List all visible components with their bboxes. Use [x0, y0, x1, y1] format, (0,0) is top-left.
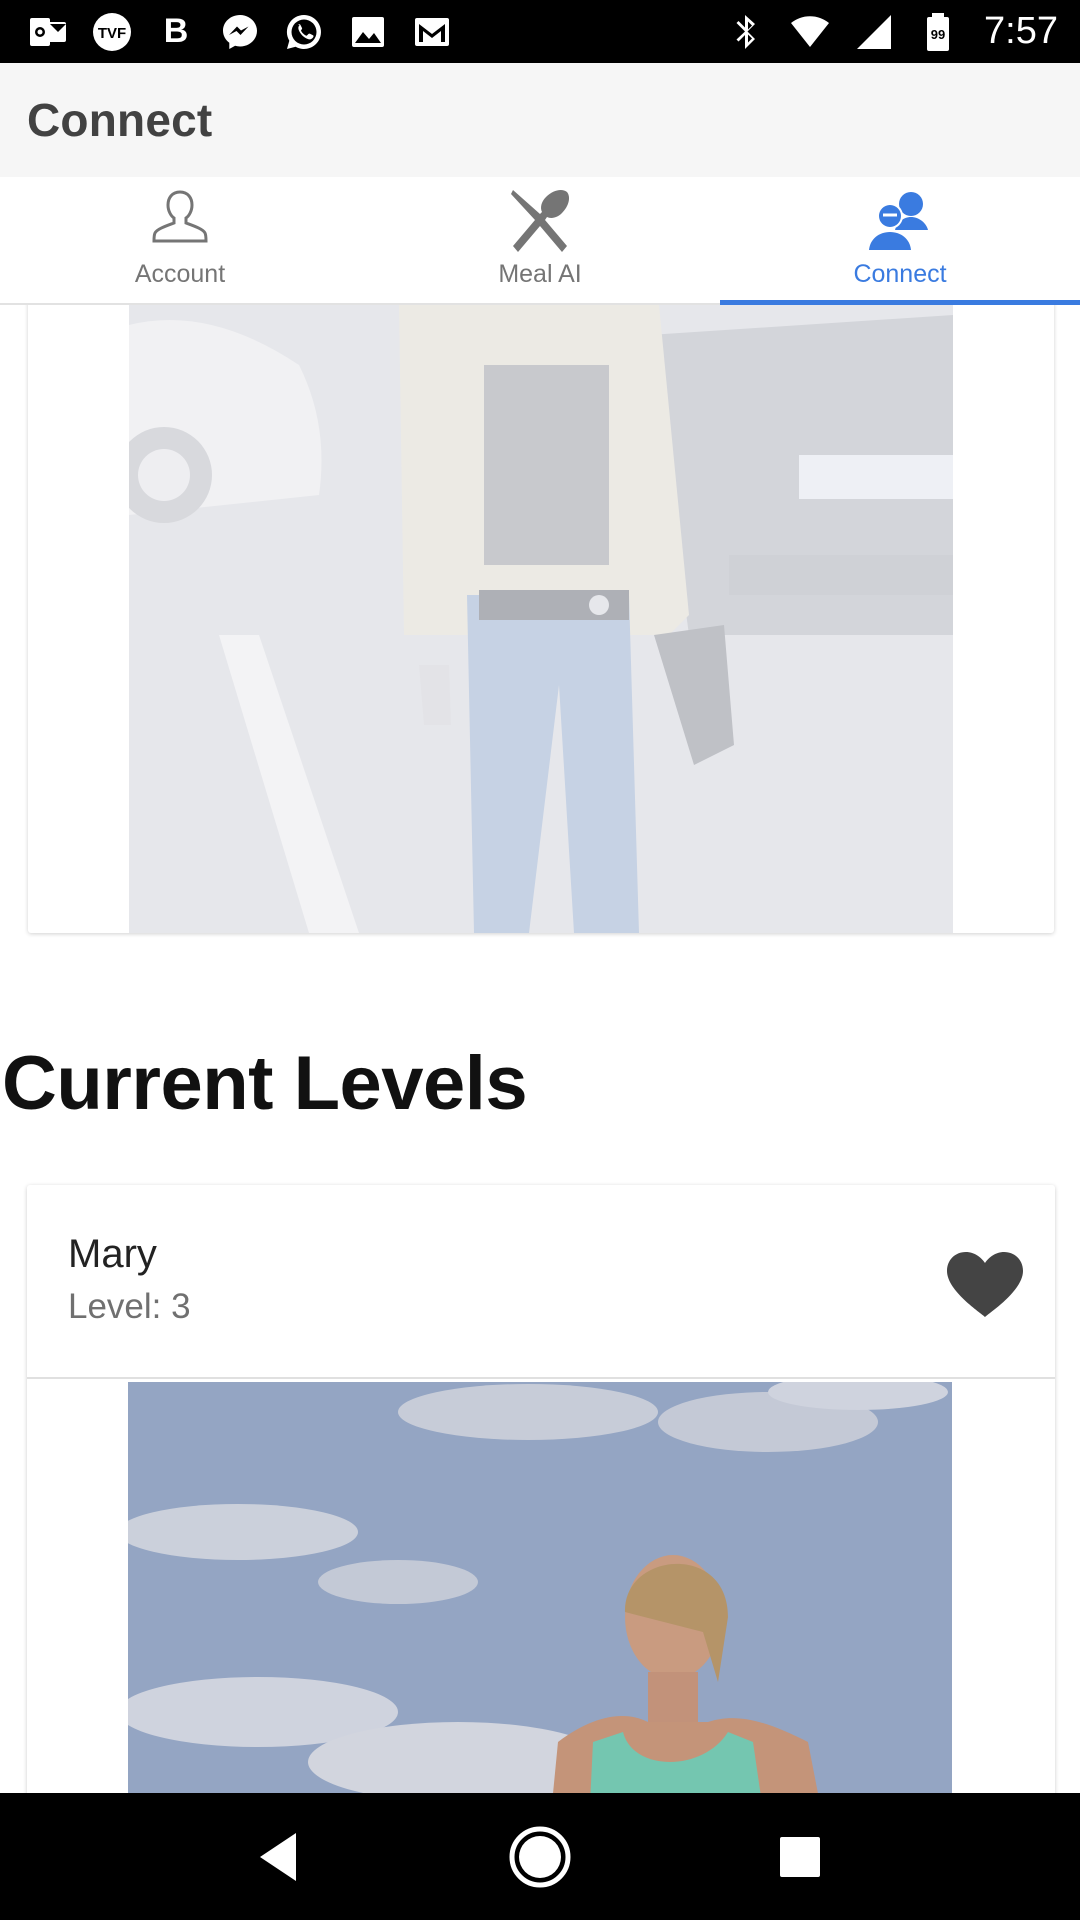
gallery-icon — [346, 10, 390, 54]
home-button[interactable] — [495, 1812, 585, 1902]
recents-button[interactable] — [755, 1812, 845, 1902]
navigation-bar — [0, 1793, 1080, 1920]
like-button[interactable] — [945, 1251, 1025, 1317]
user-card[interactable]: Mary Level: 3 — [27, 1185, 1055, 1793]
b-icon: B — [163, 12, 189, 50]
account-icon — [152, 190, 208, 243]
app-bar: Connect — [0, 63, 1080, 177]
user-level: Level: 3 — [68, 1287, 191, 1326]
svg-text:TVF: TVF — [98, 25, 126, 42]
section-title: Current Levels — [2, 1041, 528, 1126]
woman-walking-photo — [129, 305, 953, 933]
battery-icon: 99 — [916, 10, 960, 54]
gmail-icon — [410, 10, 454, 54]
messenger-icon — [218, 10, 262, 54]
user-photo-faded — [129, 305, 953, 933]
tab-meal-ai-label: Meal AI — [498, 260, 582, 288]
screen: TVF B 99 7:57 Connect Account Meal AI Co… — [0, 0, 1080, 1920]
back-icon — [260, 1832, 296, 1881]
user-name: Mary — [68, 1232, 157, 1276]
notification-icons: TVF B — [26, 10, 454, 54]
tab-bar: Account Meal AI Connect — [0, 177, 1080, 305]
people-icon — [869, 192, 928, 250]
tab-meal-ai[interactable]: Meal AI — [360, 177, 720, 303]
whatsapp-icon — [282, 10, 326, 54]
tab-account-label: Account — [134, 260, 226, 288]
cellular-icon — [852, 10, 896, 54]
tab-connect-label: Connect — [853, 260, 947, 288]
tab-account[interactable]: Account — [0, 177, 360, 303]
tvf-icon: TVF — [90, 10, 134, 54]
previous-user-card — [28, 305, 1054, 933]
user-card-header: Mary Level: 3 — [27, 1185, 1055, 1379]
tab-connect[interactable]: Connect — [720, 177, 1080, 305]
woman-runner-photo — [128, 1382, 952, 1793]
back-button[interactable] — [235, 1812, 325, 1902]
status-time: 7:57 — [984, 10, 1058, 52]
bluetooth-icon — [724, 10, 768, 54]
svg-text:99: 99 — [931, 27, 945, 42]
utensils-icon — [511, 189, 570, 252]
recents-icon — [780, 1836, 820, 1877]
content-scroll[interactable]: Current Levels Mary Level: 3 — [0, 305, 1080, 1793]
user-photo — [128, 1382, 952, 1793]
status-bar: TVF B 99 7:57 — [0, 0, 1080, 63]
wifi-icon — [788, 10, 832, 54]
outlook-icon — [26, 10, 70, 54]
heart-icon — [947, 1252, 1023, 1317]
home-icon — [509, 1826, 571, 1887]
system-icons: 99 7:57 — [724, 10, 1058, 54]
page-title: Connect — [27, 94, 213, 146]
